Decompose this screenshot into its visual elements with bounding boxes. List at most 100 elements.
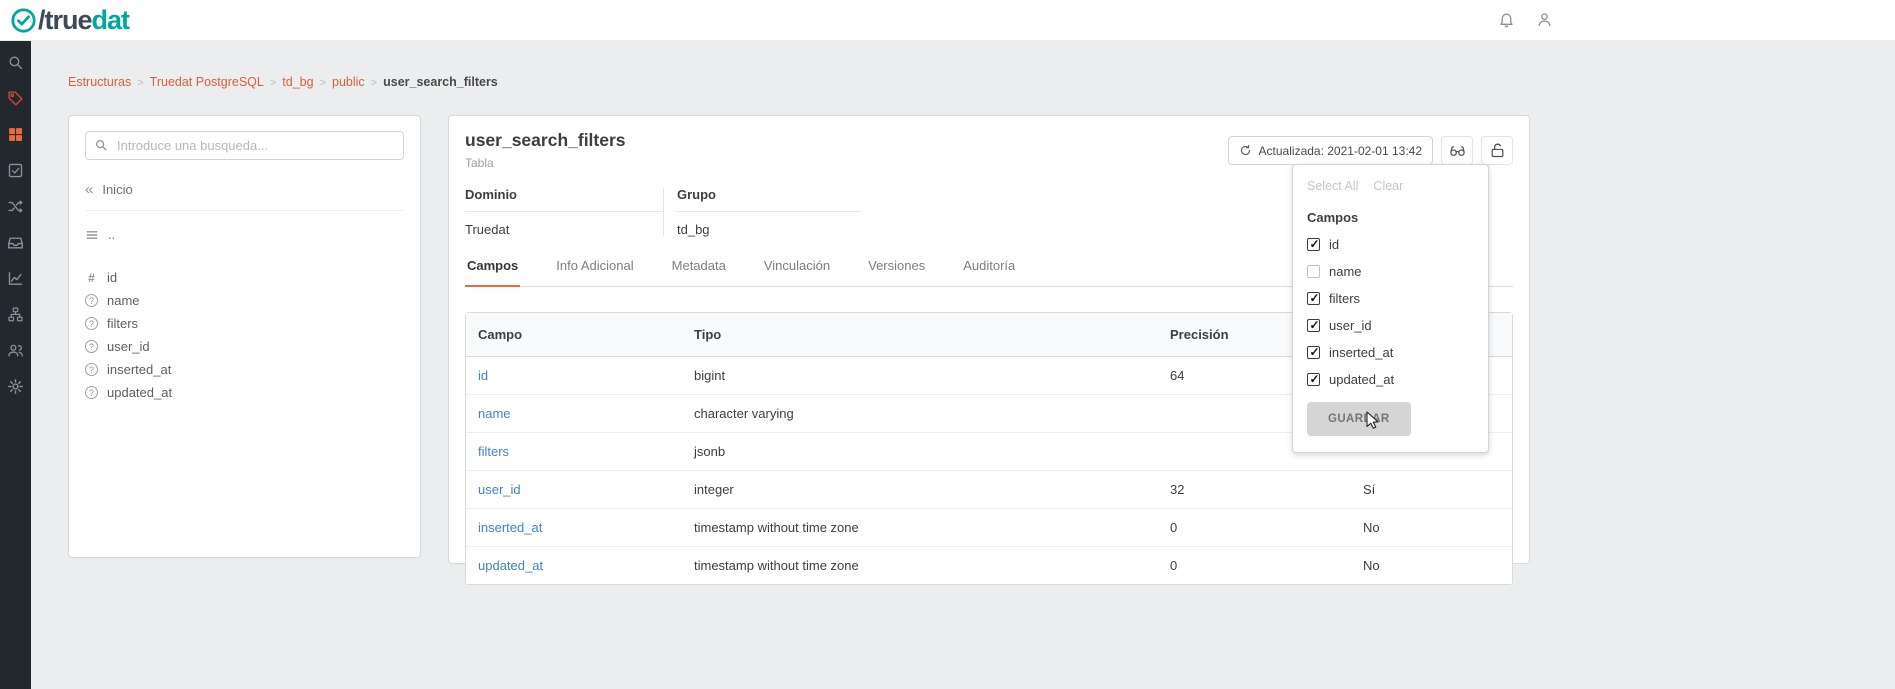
- field-type: integer: [682, 471, 1158, 509]
- sidebar-item-quality[interactable]: [7, 162, 24, 179]
- updated-at-label: Actualizada: 2021-02-01 13:42: [1259, 144, 1422, 158]
- sidebar-item-users[interactable]: [7, 342, 24, 359]
- field-link-id[interactable]: id: [478, 368, 488, 383]
- breadcrumb-link-estructuras[interactable]: Estructuras: [68, 75, 131, 89]
- tab-campos[interactable]: Campos: [465, 253, 520, 287]
- sidebar-item-glossary[interactable]: [7, 90, 24, 107]
- checkbox-filters[interactable]: [1307, 292, 1320, 305]
- field-list-item-filters[interactable]: filters: [85, 312, 404, 335]
- select-all-link[interactable]: Select All: [1307, 179, 1358, 193]
- clear-link[interactable]: Clear: [1373, 179, 1403, 193]
- eyeglasses-icon: [1449, 142, 1466, 159]
- field-label: filters: [107, 316, 138, 331]
- breadcrumb-separator: >: [137, 77, 143, 89]
- field-label: user_id: [107, 339, 150, 354]
- sidebar-item-settings[interactable]: [7, 378, 24, 395]
- question-circle-icon: [85, 340, 98, 353]
- dropdown-option-id[interactable]: id: [1307, 237, 1474, 252]
- sidebar-item-dashboards[interactable]: [7, 270, 24, 287]
- breadcrumb-separator: >: [270, 77, 276, 89]
- field-type: jsonb: [682, 433, 1158, 471]
- dominio-value: Truedat: [465, 212, 663, 237]
- dropdown-actions: Select All Clear: [1307, 179, 1474, 193]
- checkbox-updated-at[interactable]: [1307, 373, 1320, 386]
- guardar-button[interactable]: GUARDAR: [1307, 402, 1411, 436]
- hash-icon: [85, 271, 98, 285]
- question-circle-icon: [85, 386, 98, 399]
- field-list-item-name[interactable]: name: [85, 289, 404, 312]
- field-type: timestamp without time zone: [682, 547, 1158, 584]
- field-label: name: [107, 293, 140, 308]
- col-header-tipo: Tipo: [682, 313, 1158, 357]
- field-list-item-user-id[interactable]: user_id: [85, 335, 404, 358]
- field-nullable: Sí: [1351, 471, 1512, 509]
- sidebar-item-structures[interactable]: [7, 126, 24, 143]
- table-row: inserted_at timestamp without time zone …: [466, 509, 1512, 547]
- dropdown-option-name[interactable]: name: [1307, 264, 1474, 279]
- col-header-campo: Campo: [466, 313, 682, 357]
- breadcrumb-link-public[interactable]: public: [332, 75, 365, 89]
- double-chevron-left-icon: «: [85, 184, 93, 196]
- breadcrumb-link-system[interactable]: Truedat PostgreSQL: [150, 75, 264, 89]
- sidebar-item-lineage[interactable]: [7, 198, 24, 215]
- summary-dominio: Dominio Truedat: [465, 187, 663, 237]
- breadcrumb: Estructuras > Truedat PostgreSQL > td_bg > pub…: [68, 75, 498, 89]
- field-list-item-id[interactable]: id: [85, 266, 404, 289]
- checkbox-id[interactable]: [1307, 238, 1320, 251]
- table-row: updated_at timestamp without time zone 0…: [466, 547, 1512, 584]
- field-link-name[interactable]: name: [478, 406, 511, 421]
- field-link-user-id[interactable]: user_id: [478, 482, 521, 497]
- dropdown-option-filters[interactable]: filters: [1307, 291, 1474, 306]
- search-icon: [94, 138, 108, 152]
- dominio-label: Dominio: [465, 187, 663, 212]
- dropdown-option-inserted-at[interactable]: inserted_at: [1307, 345, 1474, 360]
- field-type: timestamp without time zone: [682, 509, 1158, 547]
- sidebar-item-ingests[interactable]: [7, 234, 24, 251]
- field-type: bigint: [682, 357, 1158, 395]
- dropdown-option-user-id[interactable]: user_id: [1307, 318, 1474, 333]
- grupo-value: td_bg: [677, 212, 861, 237]
- breadcrumb-link-td-bg[interactable]: td_bg: [282, 75, 313, 89]
- option-label: id: [1329, 237, 1339, 252]
- grupo-label: Grupo: [677, 187, 861, 212]
- structure-nav-panel: « Inicio .. id name filters user_id inse…: [68, 115, 421, 558]
- tab-vinculacion[interactable]: Vinculación: [762, 253, 832, 286]
- tab-auditoria[interactable]: Auditoría: [961, 253, 1017, 286]
- field-link-filters[interactable]: filters: [478, 444, 509, 459]
- side-rail: [0, 41, 31, 689]
- lock-open-icon: [1489, 142, 1506, 159]
- nav-parent-item[interactable]: ..: [85, 227, 404, 242]
- refresh-updated-button[interactable]: Actualizada: 2021-02-01 13:42: [1228, 136, 1433, 165]
- breadcrumb-separator: >: [371, 77, 377, 89]
- question-circle-icon: [85, 294, 98, 307]
- field-link-inserted-at[interactable]: inserted_at: [478, 520, 542, 535]
- checkbox-user-id[interactable]: [1307, 319, 1320, 332]
- field-list-item-updated-at[interactable]: updated_at: [85, 381, 404, 404]
- field-list-item-inserted-at[interactable]: inserted_at: [85, 358, 404, 381]
- page-title: user_search_filters: [465, 130, 626, 151]
- sidebar-item-domains[interactable]: [7, 306, 24, 323]
- bell-icon[interactable]: [1498, 11, 1515, 28]
- field-label: id: [107, 270, 117, 285]
- layers-icon: [85, 228, 99, 242]
- tab-metadata[interactable]: Metadata: [670, 253, 728, 286]
- sidebar-item-search[interactable]: [7, 54, 24, 71]
- checkbox-name[interactable]: [1307, 265, 1320, 278]
- nav-back-to-home[interactable]: « Inicio: [85, 182, 404, 197]
- lock-button[interactable]: [1481, 136, 1513, 165]
- user-avatar-icon[interactable]: [1536, 11, 1553, 28]
- column-visibility-button[interactable]: [1441, 136, 1473, 165]
- dropdown-option-updated-at[interactable]: updated_at: [1307, 372, 1474, 387]
- question-circle-icon: [85, 317, 98, 330]
- truedat-logo[interactable]: /truedat: [10, 6, 129, 34]
- panel-divider: [85, 210, 404, 211]
- structure-title-block: user_search_filters Tabla: [465, 130, 626, 170]
- checkbox-inserted-at[interactable]: [1307, 346, 1320, 359]
- search-input[interactable]: [85, 131, 404, 160]
- tab-versiones[interactable]: Versiones: [866, 253, 927, 286]
- nav-parent-label: ..: [108, 227, 115, 242]
- field-link-updated-at[interactable]: updated_at: [478, 558, 543, 573]
- tab-info-adicional[interactable]: Info Adicional: [554, 253, 635, 286]
- field-nullable: No: [1351, 509, 1512, 547]
- option-label: name: [1329, 264, 1362, 279]
